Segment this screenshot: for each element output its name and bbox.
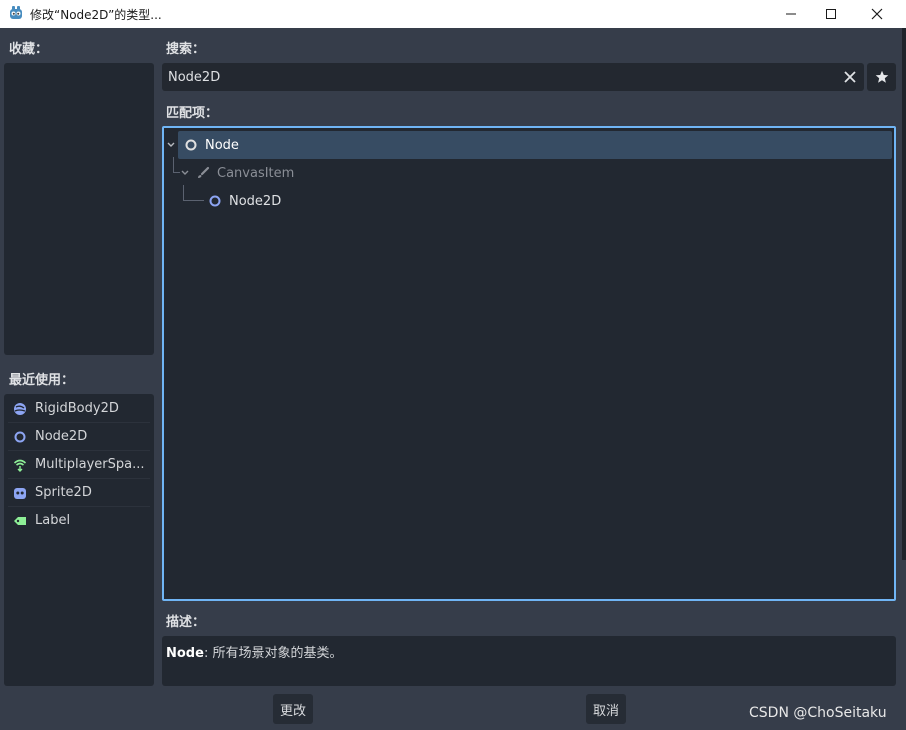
tree-item-label: Node: [205, 137, 239, 153]
recent-list[interactable]: RigidBody2D Node2D MultiplayerSpa... Spr…: [4, 394, 154, 686]
favorites-list[interactable]: [4, 63, 154, 355]
recent-item-label: Node2D: [35, 429, 88, 444]
recent-item-node2d[interactable]: Node2D: [8, 423, 150, 451]
recent-label: 最近使用：: [9, 373, 75, 388]
canvasitem-icon: [198, 166, 210, 178]
description-class-name: Node: [166, 646, 204, 661]
search-input[interactable]: [162, 63, 822, 91]
search-field[interactable]: [162, 63, 864, 91]
rigidbody2d-icon: [14, 402, 26, 415]
search-label: 搜索：: [166, 42, 206, 57]
window-edge: [902, 28, 906, 560]
node2d-icon: [14, 431, 26, 442]
cancel-button[interactable]: 取消: [586, 694, 626, 724]
description-label: 描述：: [166, 615, 206, 630]
window-title: 修改“Node2D”的类型...: [30, 8, 162, 22]
label-icon: [14, 516, 26, 525]
tree-item-node[interactable]: Node: [167, 131, 892, 159]
node-icon: [185, 139, 197, 151]
chevron-down-icon[interactable]: [166, 141, 176, 149]
recent-item-label: Label: [35, 513, 71, 528]
clear-search-icon[interactable]: [842, 69, 858, 85]
favorites-label: 收藏：: [9, 42, 49, 57]
recent-item-label-node[interactable]: Label: [8, 507, 150, 534]
tree-item-label: Node2D: [229, 193, 282, 209]
description-text: Node: 所有场景对象的基类。: [162, 636, 896, 686]
recent-item-label: RigidBody2D: [35, 401, 119, 416]
chevron-down-icon[interactable]: [180, 169, 190, 177]
star-icon: [875, 70, 888, 83]
matches-tree[interactable]: Node CanvasItem Node2D: [162, 126, 896, 601]
multiplayer-spawner-icon: [13, 459, 27, 472]
recent-item-multiplayer-spawner[interactable]: MultiplayerSpa...: [8, 451, 150, 479]
matches-label: 匹配项：: [166, 106, 219, 121]
godot-logo-icon: [10, 6, 22, 19]
recent-item-label: MultiplayerSpa...: [35, 457, 145, 472]
close-icon: [871, 8, 883, 20]
description-body: : 所有场景对象的基类。: [203, 646, 343, 661]
minimize-icon: [786, 13, 796, 15]
maximize-button[interactable]: [808, 0, 854, 28]
watermark: CSDN @ChoSeitaku: [749, 705, 887, 721]
sprite2d-icon: [14, 487, 26, 499]
maximize-icon: [826, 9, 836, 19]
title-bar: 修改“Node2D”的类型...: [0, 0, 906, 28]
recent-item-label: Sprite2D: [35, 485, 92, 500]
recent-item-rigidbody2d[interactable]: RigidBody2D: [8, 395, 150, 423]
tree-item-node2d[interactable]: Node2D: [178, 187, 892, 215]
tree-item-canvasitem[interactable]: CanvasItem: [178, 159, 892, 187]
close-window-button[interactable]: [854, 0, 900, 28]
recent-item-sprite2d[interactable]: Sprite2D: [8, 479, 150, 507]
tree-item-label: CanvasItem: [217, 165, 295, 181]
node2d-icon: [209, 195, 221, 207]
change-button[interactable]: 更改: [273, 694, 313, 724]
favorite-toggle-button[interactable]: [867, 63, 896, 91]
